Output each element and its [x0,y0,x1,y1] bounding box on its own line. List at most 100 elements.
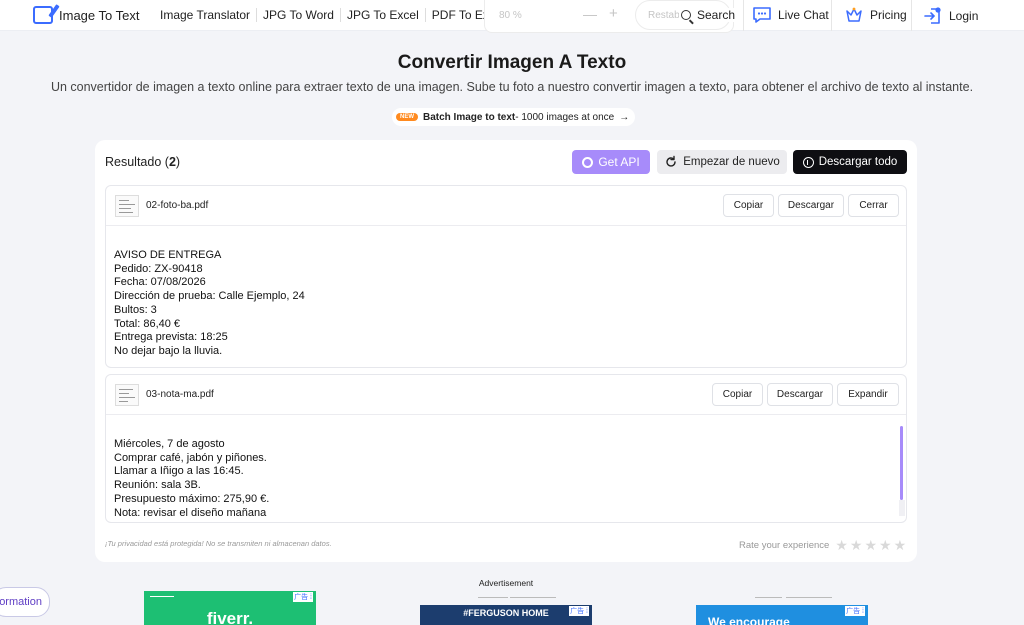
ad-banner[interactable]: 广告 ⁞ #FERGUSON HOME [420,605,592,625]
star-icon[interactable]: ★ [879,537,892,554]
pricing-link[interactable]: Pricing [844,6,907,24]
file-name: 02-foto-ba.pdf [146,200,209,211]
information-button[interactable]: nformation [0,587,50,617]
download-icon [802,156,814,168]
ad-text: fiverr. [206,609,254,625]
zoom-in-button[interactable]: + [609,5,618,22]
live-chat-label: Live Chat [778,8,829,22]
divider [478,597,508,598]
star-icon[interactable]: ★ [850,537,863,554]
download-all-label: Descargar todo [818,156,898,168]
restart-label: Empezar de nuevo [683,156,780,168]
scrollbar-track[interactable] [899,500,905,516]
batch-title: Batch Image to text [423,111,516,123]
zoom-value: 80 % [499,10,522,21]
file-result-card: 03-nota-ma.pdf Copiar Descargar Expandir… [105,374,907,523]
nav-jpg-to-word[interactable]: JPG To Word [257,8,341,22]
file-thumbnail [115,384,139,406]
text-line: Bultos: 3 [114,303,157,316]
results-count: 2 [168,155,176,169]
batch-promo-link[interactable]: NEW Batch Image to text - 1000 images at… [392,108,636,126]
nav-image-translator[interactable]: Image Translator [154,8,258,22]
ad-banner[interactable]: 广告 ⁞ We encourage [696,605,868,625]
text-line: Pedido: ZX-90418 [114,262,203,275]
extracted-text[interactable]: Miércoles, 7 de agosto Comprar café, jab… [114,438,269,520]
page-subtitle: Un convertidor de imagen a texto online … [50,80,974,94]
download-button[interactable]: Descargar [767,383,833,406]
divider [911,0,912,31]
login-icon [924,7,941,24]
search-icon [681,10,691,20]
page-title: Convertir Imagen A Texto [397,52,627,73]
zoom-out-button[interactable]: — [583,6,597,22]
logo-text: Image To Text [59,7,140,23]
login-link[interactable]: Login [923,6,978,26]
results-heading: Resultado (2) [105,155,180,169]
download-all-button[interactable]: Descargar todo [793,150,907,174]
divider [510,597,556,598]
star-icon[interactable]: ★ [894,537,907,554]
text-line: AVISO DE ENTREGA [114,249,222,261]
restart-button[interactable]: Empezar de nuevo [657,150,787,174]
text-line: Comprar café, jabón y piñones. [114,451,267,464]
extracted-text[interactable]: AVISO DE ENTREGA Pedido: ZX-90418 Fecha:… [114,249,305,359]
rating-widget: Rate your experience ★ ★ ★ ★ ★ [739,537,906,554]
arrow-right-icon: → [619,111,630,123]
text-line: Presupuesto máximo: 275,90 €. [114,492,270,505]
text-line: No dejar bajo la lluvia. [114,344,223,357]
rate-label: Rate your experience [739,540,830,551]
pencil-note-icon [33,6,53,24]
ad-choices-tag[interactable]: 广告 ⁞ [293,592,313,602]
divider [831,0,832,31]
text-line: Total: 86,40 € [114,317,181,330]
star-icon[interactable]: ★ [864,537,877,554]
text-line: Llamar a Iñigo a las 16:45. [114,465,244,478]
text-line: Dirección de prueba: Calle Ejemplo, 24 [114,290,305,303]
ad-text: #FERGUSON HOME [463,608,549,618]
text-line: Fecha: 07/08/2026 [114,276,206,289]
text-line: Entrega prevista: 18:25 [114,331,228,344]
text-line: Miércoles, 7 de agosto [114,438,225,450]
get-api-button[interactable]: Get API [572,150,650,174]
download-button[interactable]: Descargar [778,194,844,217]
get-api-label: Get API [598,155,640,169]
main-nav: Image Translator JPG To Word JPG To Exce… [154,8,510,22]
batch-description: - 1000 images at once [515,111,615,123]
divider [755,597,782,598]
refresh-icon [666,155,676,167]
top-nav-bar: Image To Text Image Translator JPG To Wo… [0,0,1024,33]
privacy-note: ¡Tu privacidad está protegida! No se tra… [105,539,332,548]
text-line: Nota: revisar el diseño mañana [114,506,267,519]
star-icon[interactable]: ★ [835,537,848,554]
copy-button[interactable]: Copiar [712,383,763,406]
search-label: Search [697,8,736,22]
logo[interactable]: Image To Text [33,6,139,24]
file-header: 02-foto-ba.pdf Copiar Descargar Cerrar [106,186,906,226]
divider [150,596,174,597]
nav-jpg-to-excel[interactable]: JPG To Excel [341,8,426,22]
pricing-label: Pricing [870,8,907,22]
results-card: Resultado (2) Get API Empezar de nuevo D… [95,140,917,562]
gear-icon [582,156,594,168]
crown-icon [846,7,862,22]
file-name: 03-nota-ma.pdf [146,389,214,400]
file-thumbnail [115,195,139,217]
ad-banner[interactable]: 广告 ⁞ fiverr. [144,591,316,625]
live-chat-link[interactable]: Live Chat [752,6,829,24]
divider [786,597,832,598]
scrollbar-thumb[interactable] [900,426,903,500]
copy-button[interactable]: Copiar [723,194,774,217]
expand-button[interactable]: Expandir [837,383,899,406]
close-button[interactable]: Cerrar [848,194,899,217]
file-result-card: 02-foto-ba.pdf Copiar Descargar Cerrar A… [105,185,907,368]
chat-icon [753,7,771,23]
divider [743,0,744,31]
advertisement-label: Advertisement [478,578,534,588]
search-button[interactable]: Search [679,8,736,22]
new-badge: NEW [396,113,418,121]
results-label-end: ) [175,155,181,169]
text-line: Reunión: sala 3B. [114,479,201,492]
file-header: 03-nota-ma.pdf Copiar Descargar Expandir [106,375,906,415]
results-label: Resultado ( [105,155,169,169]
ad-text: We encourage [708,615,790,625]
